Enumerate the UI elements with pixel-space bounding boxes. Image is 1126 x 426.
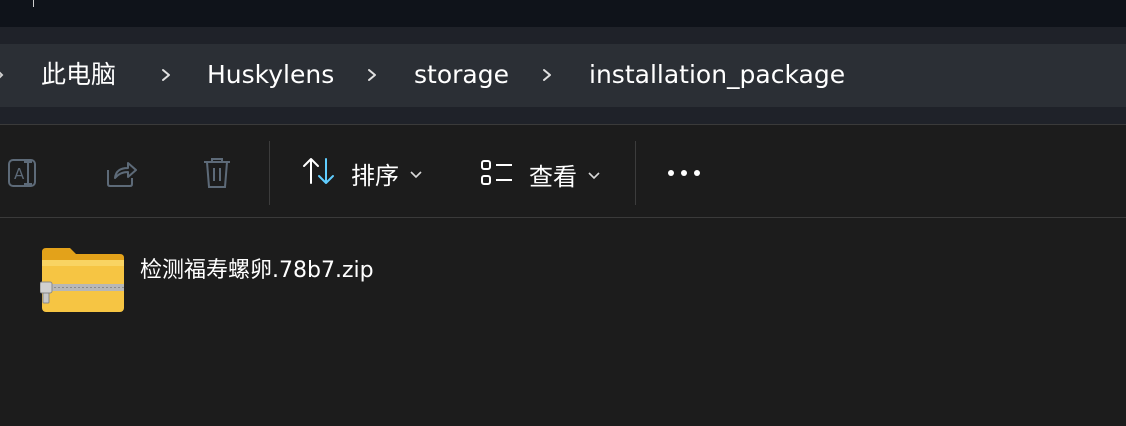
sort-button[interactable]: 排序	[301, 155, 423, 191]
chevron-right-icon[interactable]	[0, 64, 10, 86]
svg-text:A: A	[14, 165, 25, 183]
breadcrumb-item-this-pc[interactable]: 此电脑	[41, 60, 116, 90]
breadcrumb-item-installation-package[interactable]: installation_package	[589, 60, 845, 90]
rename-button[interactable]: A	[6, 156, 44, 194]
delete-button[interactable]	[200, 155, 234, 195]
window-top-strip	[0, 0, 1126, 27]
file-name: 检测福寿螺卵.78b7.zip	[140, 258, 374, 283]
rename-icon: A	[6, 156, 44, 194]
breadcrumb-item-huskylens[interactable]: Huskylens	[207, 60, 334, 90]
toolbar-separator	[269, 141, 270, 205]
chevron-down-icon	[409, 164, 423, 183]
address-bar-top-band	[0, 27, 1126, 44]
address-bar[interactable]: 此电脑 Huskylens storage installation_packa…	[0, 44, 1126, 107]
view-button[interactable]: 查看	[479, 157, 601, 192]
file-list: 检测福寿螺卵.78b7.zip	[0, 218, 1126, 426]
zip-folder-icon	[39, 246, 126, 320]
breadcrumb-separator-icon[interactable]	[364, 63, 380, 87]
caret-mark	[33, 0, 34, 7]
list-item[interactable]: 检测福寿螺卵.78b7.zip	[30, 236, 430, 336]
share-button[interactable]	[104, 156, 140, 194]
breadcrumb-separator-icon[interactable]	[539, 63, 555, 87]
sort-label: 排序	[351, 161, 399, 190]
breadcrumb-item-storage[interactable]: storage	[414, 60, 509, 90]
more-icon	[666, 165, 704, 184]
address-bar-bottom-band	[0, 107, 1126, 124]
breadcrumb-separator-icon[interactable]	[158, 63, 174, 87]
more-options-button[interactable]	[666, 165, 704, 184]
toolbar-separator	[635, 141, 636, 205]
delete-icon	[200, 155, 234, 195]
sort-arrows-icon	[301, 155, 337, 191]
view-list-icon	[479, 158, 515, 192]
chevron-down-icon	[587, 165, 601, 184]
share-icon	[104, 156, 140, 194]
command-bar: A 排序 查看	[0, 125, 1126, 217]
view-label: 查看	[529, 163, 577, 191]
